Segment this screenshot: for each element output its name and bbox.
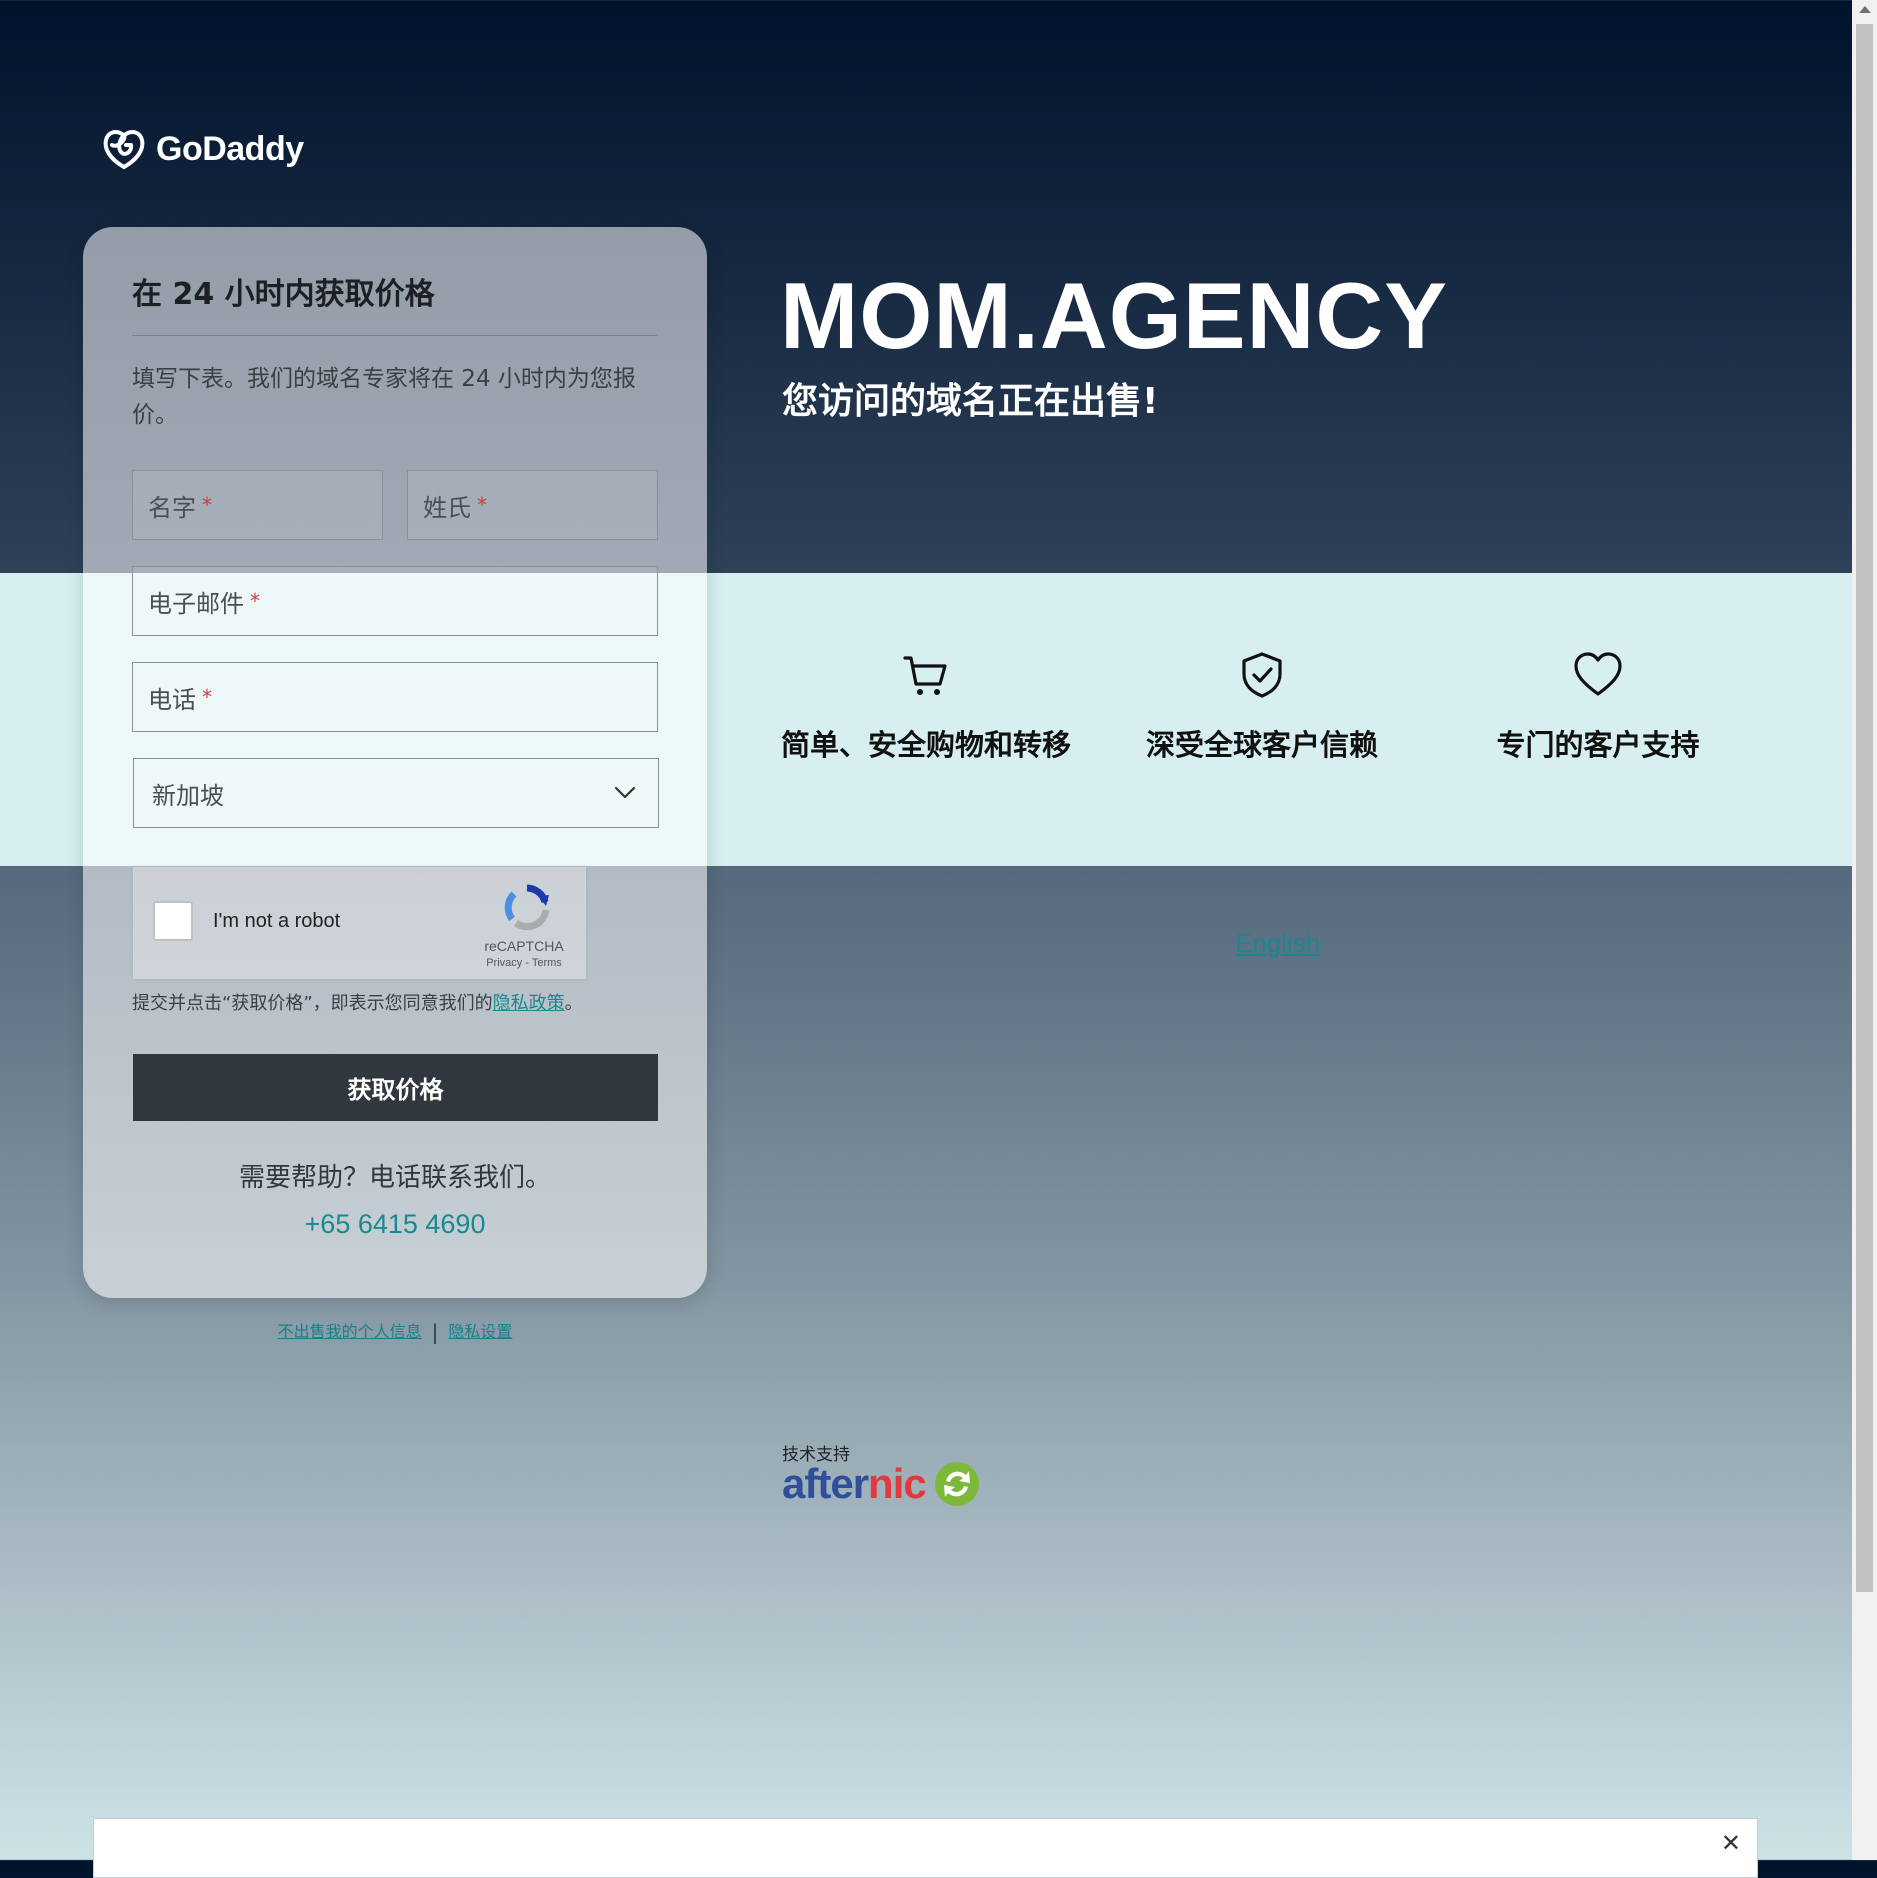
afternic-wordmark-part1: after: [782, 1460, 869, 1507]
scroll-up-arrow-icon[interactable]: [1859, 6, 1871, 13]
logo-text: GoDaddy: [156, 129, 304, 168]
phone-field[interactable]: 电话 *: [132, 662, 658, 732]
cart-icon: [903, 656, 947, 695]
price-request-form: 在 24 小时内获取价格 填写下表。我们的域名专家将在 24 小时内为您报价。 …: [83, 227, 707, 1298]
afternic-arrows-icon: [934, 1462, 979, 1506]
domain-title: MOM.AGENCY: [780, 263, 1448, 368]
privacy-policy-link[interactable]: 隐私政策: [493, 993, 565, 1014]
feature-label: 专门的客户支持: [1496, 728, 1700, 762]
scrollbar[interactable]: [1852, 0, 1877, 1860]
form-description: 填写下表。我们的域名专家将在 24 小时内为您报价。: [132, 366, 636, 428]
heart-icon: [1574, 652, 1622, 696]
consent-text: 提交并点击“获取价格”，即表示您同意我们的隐私政策。: [132, 989, 583, 1015]
support-phone-link[interactable]: +65 6415 4690: [83, 1209, 707, 1240]
recaptcha-privacy-terms-links[interactable]: Privacy - Terms: [464, 957, 584, 969]
shield-check-icon: [1242, 652, 1282, 698]
privacy-settings-link[interactable]: 隐私设置: [448, 1322, 512, 1341]
phone-placeholder: 电话: [148, 685, 196, 714]
required-marker: *: [250, 589, 260, 613]
get-price-button[interactable]: 获取价格: [133, 1054, 658, 1121]
recaptcha-label: I'm not a robot: [213, 910, 341, 932]
do-not-sell-link[interactable]: 不出售我的个人信息: [278, 1322, 422, 1341]
recaptcha-widget: I'm not a robot reCAPTCHA Privacy - Term…: [133, 867, 586, 979]
last-name-field[interactable]: 姓氏 *: [407, 470, 658, 540]
afternic-wordmark-part2: nic: [868, 1460, 927, 1507]
recaptcha-checkbox[interactable]: [153, 901, 193, 941]
help-text: 需要帮助？电话联系我们。: [238, 1163, 551, 1193]
form-title: 在 24 小时内获取价格: [132, 277, 435, 312]
close-icon[interactable]: ✕: [1721, 1831, 1741, 1855]
privacy-links: 不出售我的个人信息 | 隐私设置: [83, 1318, 707, 1344]
country-select[interactable]: 新加坡: [133, 758, 659, 828]
godaddy-logo-icon: [103, 130, 145, 169]
feature-support: 专门的客户支持: [1428, 650, 1768, 764]
language-link-english[interactable]: English: [1235, 928, 1320, 959]
domain-subtitle: 您访问的域名正在出售!: [782, 381, 1159, 422]
feature-trusted: 深受全球客户信赖: [1092, 650, 1432, 764]
afternic-wordmark: afternic: [782, 1460, 927, 1508]
scrollbar-thumb[interactable]: [1856, 24, 1873, 1592]
last-name-placeholder: 姓氏: [423, 493, 471, 522]
recaptcha-logo-icon: [504, 884, 550, 931]
consent-prefix: 提交并点击“获取价格”，即表示您同意我们的: [132, 993, 493, 1014]
first-name-placeholder: 名字: [148, 493, 196, 522]
required-marker: *: [477, 493, 487, 517]
separator: |: [431, 1320, 439, 1344]
required-marker: *: [202, 493, 212, 517]
form-divider: [132, 335, 657, 336]
recaptcha-brand: reCAPTCHA: [484, 938, 564, 954]
feature-label: 简单、安全购物和转移: [780, 728, 1071, 762]
first-name-field[interactable]: 名字 *: [132, 470, 383, 540]
feature-label: 深受全球客户信赖: [1145, 728, 1378, 762]
consent-suffix: 。: [564, 993, 583, 1014]
afternic-logo[interactable]: afternic: [782, 1460, 980, 1508]
email-field[interactable]: 电子邮件 *: [132, 566, 658, 636]
required-marker: *: [202, 685, 212, 709]
godaddy-logo[interactable]: GoDaddy: [100, 127, 304, 171]
email-placeholder: 电子邮件: [148, 589, 244, 618]
country-select-value: 新加坡: [152, 781, 224, 810]
cookie-banner: ✕: [93, 1818, 1758, 1878]
feature-secure-purchase: 简单、安全购物和转移: [756, 650, 1096, 764]
chevron-down-icon: [614, 786, 636, 799]
